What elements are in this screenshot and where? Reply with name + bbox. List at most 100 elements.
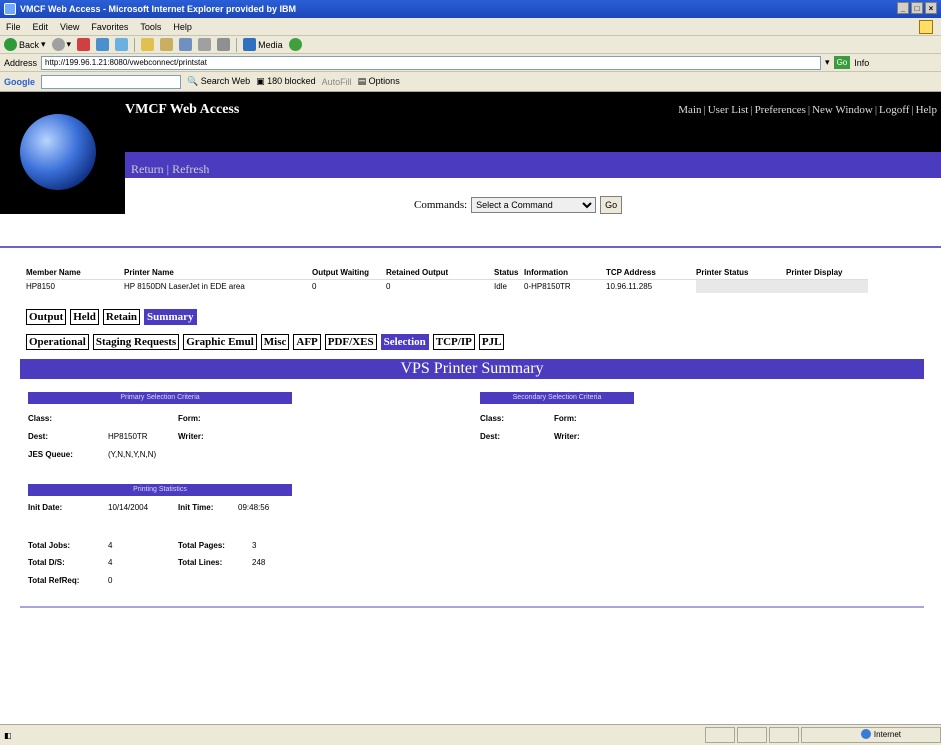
search-web-button[interactable]: 🔍 Search Web [187, 76, 250, 87]
options-button[interactable]: ▤ Options [358, 76, 400, 87]
menu-favorites[interactable]: Favorites [91, 22, 128, 32]
blocked-popups[interactable]: ▣ 180 blocked [256, 76, 316, 87]
total-jobs-key: Total Jobs: [28, 541, 71, 550]
tab-pjl[interactable]: PJL [478, 334, 505, 350]
nav-user-list[interactable]: User List [708, 104, 749, 116]
status-cells [705, 727, 941, 743]
media-button[interactable]: Media [243, 38, 283, 51]
home-icon[interactable] [115, 38, 129, 51]
secondary-writer: Writer: [554, 432, 580, 441]
messenger-icon[interactable] [288, 38, 302, 51]
maximize-button[interactable]: □ [911, 2, 923, 14]
window-title: VMCF Web Access - Microsoft Internet Exp… [20, 4, 297, 14]
nav-return[interactable]: Return [131, 162, 164, 177]
google-toolbar: Google 🔍 Search Web ▣ 180 blocked AutoFi… [0, 72, 941, 92]
close-button[interactable]: × [925, 2, 937, 14]
nav-help[interactable]: Help [916, 104, 937, 116]
mail-icon[interactable] [198, 38, 212, 51]
site-title: VMCF Web Access [125, 102, 240, 117]
menu-view[interactable]: View [60, 22, 79, 32]
tab-held[interactable]: Held [70, 309, 99, 325]
google-logo[interactable]: Google [4, 77, 35, 87]
nav-new-window[interactable]: New Window [812, 104, 873, 116]
address-input[interactable]: http://199.96.1.21:8080/vwebconnect/prin… [41, 55, 822, 70]
primary-dest: Dest: [28, 432, 48, 441]
google-search-input[interactable] [41, 74, 181, 89]
forward-button[interactable]: ▾ [51, 38, 71, 51]
back-button[interactable]: Back ▾ [4, 38, 46, 51]
favorites-icon[interactable] [160, 38, 174, 51]
history-icon[interactable] [179, 38, 193, 51]
nav-preferences[interactable]: Preferences [755, 104, 806, 116]
secondary-form: Form: [554, 414, 577, 423]
tab-afp[interactable]: AFP [293, 334, 321, 350]
address-dropdown-icon[interactable]: ▾ [825, 57, 830, 68]
total-ds-label: Total D/S: [28, 558, 65, 567]
total-jobs-label: Total Jobs: [28, 541, 70, 550]
tab-graphic-emul[interactable]: Graphic Emul [183, 334, 257, 350]
standard-toolbar: Back ▾ ▾ Media [0, 36, 941, 54]
refresh-icon[interactable] [96, 38, 110, 51]
menu-help[interactable]: Help [173, 22, 192, 32]
col-printer-status: Printer Status [696, 268, 749, 277]
header-divider [0, 246, 941, 248]
nav-logoff[interactable]: Logoff [879, 104, 909, 116]
print-icon[interactable] [217, 38, 231, 51]
nav-main[interactable]: Main [678, 104, 701, 116]
header-black-band [0, 92, 941, 152]
command-go-button[interactable]: Go [600, 196, 623, 214]
total-lines-key: Total Lines: [178, 558, 223, 567]
col-retained-output: Retained Output [386, 268, 449, 277]
toolbar-separator [134, 37, 136, 52]
command-select[interactable]: Select a Command [471, 197, 597, 213]
autofill-button[interactable]: AutoFill [322, 77, 352, 87]
tab-retain[interactable]: Retain [102, 309, 141, 325]
tab-tcp-ip[interactable]: TCP/IP [432, 334, 475, 350]
init-date-key: Init Date: [28, 503, 63, 512]
secondary-dest-label: Dest: [480, 432, 501, 441]
total-lines-value: 248 [252, 558, 266, 567]
links-label[interactable]: Info [854, 58, 869, 68]
stop-icon[interactable] [77, 38, 91, 51]
window-controls: _ □ × [897, 2, 937, 14]
menu-edit[interactable]: Edit [33, 22, 49, 32]
nav-refresh[interactable]: Refresh [172, 162, 209, 177]
search-icon[interactable] [141, 38, 155, 51]
tab-misc[interactable]: Misc [260, 334, 290, 350]
primary-class: Class: [28, 414, 52, 423]
init-date-label: Init Date: [28, 503, 62, 512]
tab-staging-requests[interactable]: Staging Requests [92, 334, 180, 350]
menu-tools[interactable]: Tools [140, 22, 161, 32]
blocked-label: 180 blocked [267, 76, 316, 86]
primary-writer-label: Writer: [178, 432, 204, 441]
address-go-button[interactable]: Go [833, 56, 851, 69]
tab-output[interactable]: Output [26, 309, 67, 325]
tab-selection[interactable]: Selection [380, 334, 429, 350]
total-refreq-label: Total RefReq: [28, 576, 79, 585]
menu-file[interactable]: File [6, 22, 21, 32]
init-time-key: Init Time: [178, 503, 214, 512]
status-cell [705, 727, 735, 743]
primary-jes-value: (Y,N,N,Y,N,N) [108, 450, 157, 459]
page-header: VMCF Web Access Main | User List | Prefere… [0, 92, 941, 214]
primary-form: Form: [178, 414, 201, 423]
total-jobs-value: 4 [108, 541, 113, 550]
windows-flag-icon [919, 20, 933, 34]
tab-pdf-xes[interactable]: PDF/XES [324, 334, 377, 350]
security-zone: Internet [860, 729, 901, 739]
page-status-icon: ◧ [4, 730, 12, 740]
primary-dest-value: HP8150TR [108, 432, 148, 441]
secondary-dest: Dest: [480, 432, 500, 441]
total-lines-label: Total Lines: [178, 558, 222, 567]
top-nav: Main | User List | Preferences | New Window… [678, 104, 937, 116]
tab-operational[interactable]: Operational [26, 334, 89, 350]
primary-form-label: Form: [178, 414, 201, 423]
tab-summary[interactable]: Summary [144, 309, 197, 325]
address-url: http://199.96.1.21:8080/vwebconnect/prin… [45, 58, 207, 67]
primary-class-label: Class: [28, 414, 53, 423]
col-output-waiting: Output Waiting [312, 268, 370, 277]
minimize-button[interactable]: _ [897, 2, 909, 14]
back-arrow-icon [4, 38, 17, 51]
init-time-label: Init Time: [178, 503, 213, 512]
bottom-divider [20, 606, 924, 608]
